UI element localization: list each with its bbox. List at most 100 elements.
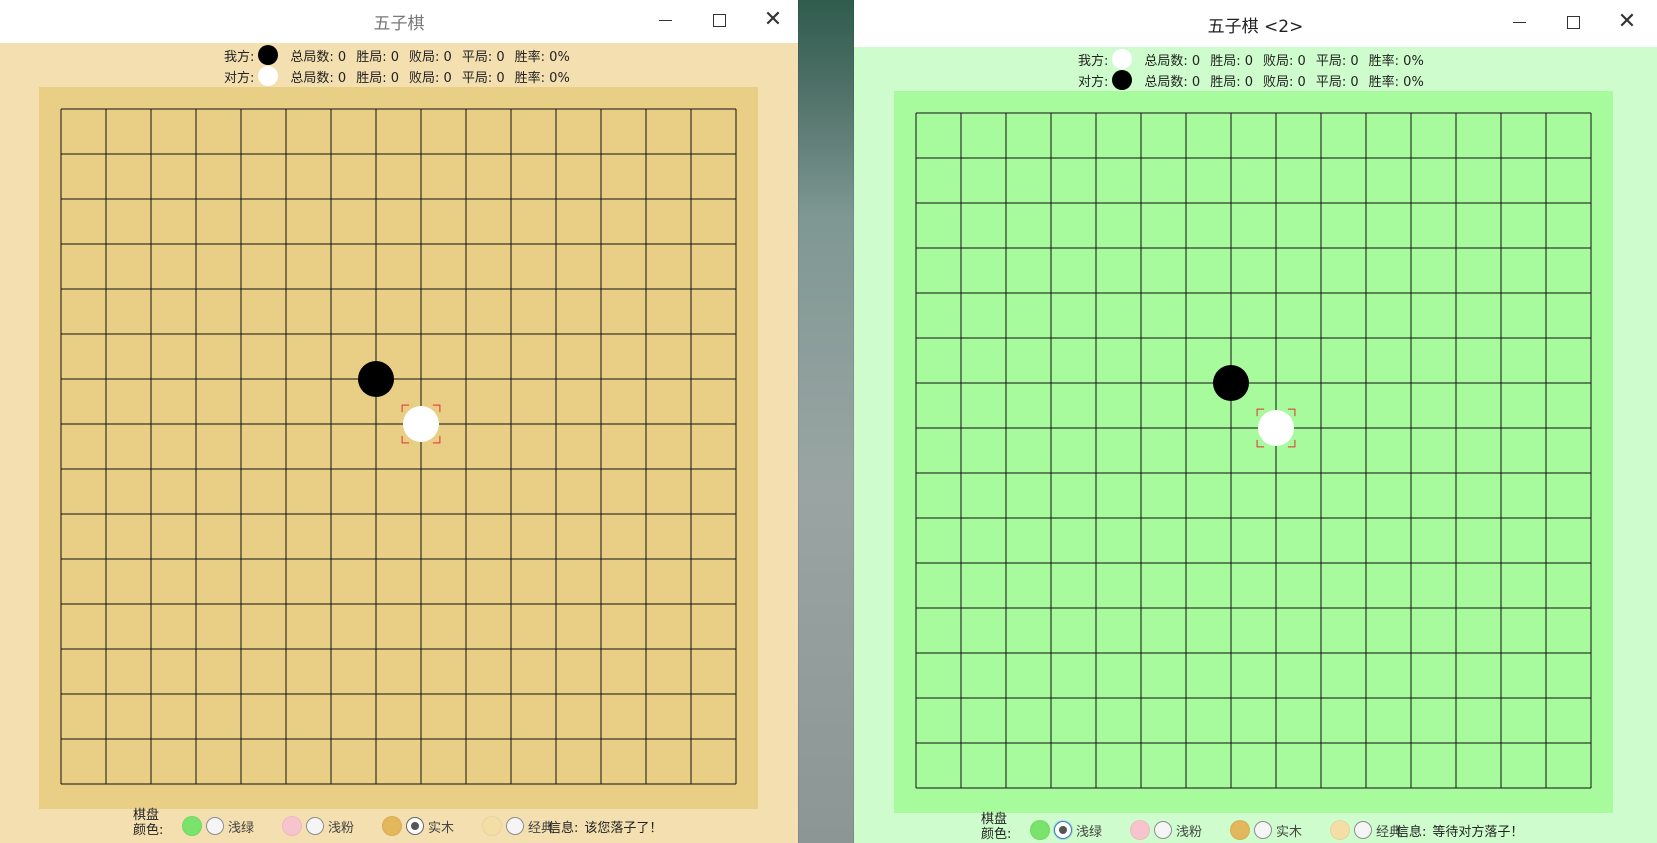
titlebar: 五子棋 ✕ <box>0 0 798 43</box>
board-background <box>894 91 1613 813</box>
my-status-row: 我方: 总局数: 0 胜局: 0 败局: 0 平局: 0 胜率: 0% <box>0 44 798 66</box>
board-background <box>39 87 758 809</box>
window-content: 我方: 总局数: 0 胜局: 0 败局: 0 平局: 0 胜率: 0% 对方: … <box>0 43 798 843</box>
white-stone <box>1258 410 1294 446</box>
minimize-button[interactable] <box>640 0 690 40</box>
board-color-label: 浅粉 <box>328 820 355 836</box>
maximize-icon <box>712 13 726 27</box>
board-color-option[interactable]: 实木 <box>382 816 454 836</box>
white-stone <box>403 406 439 442</box>
color-swatch-icon <box>1330 820 1351 840</box>
board-color-label: 浅粉 <box>1176 824 1203 840</box>
win-rate-label: 胜率: 0% <box>514 70 570 86</box>
win-rate-label: 胜率: 0% <box>1368 74 1424 90</box>
footer: 棋盘 颜色: 浅绿 浅粉 实木 经典 信息: 等待对方落子！ <box>854 811 1657 843</box>
board-color-radio[interactable] <box>206 817 224 835</box>
draws-label: 平局: 0 <box>1315 74 1359 90</box>
opp-stone-icon <box>258 66 279 86</box>
close-icon: ✕ <box>763 7 783 32</box>
wins-label: 胜局: 0 <box>1210 74 1254 90</box>
board-color-option[interactable]: 浅粉 <box>282 816 354 836</box>
minimize-icon <box>1512 21 1526 23</box>
total-games-label: 总局数: 0 <box>290 49 347 65</box>
board-color-radio[interactable] <box>506 817 525 835</box>
maximize-button[interactable] <box>1548 2 1598 42</box>
opponent-status-row: 对方: 总局数: 0 胜局: 0 败局: 0 平局: 0 胜率: 0% <box>854 69 1657 91</box>
color-option-group: 浅绿 浅粉 实木 经典 <box>182 816 554 836</box>
gomoku-window-2: 五子棋 <2> ✕ 我方: 总局数: 0 胜局: 0 败局: 0 平局: 0 胜… <box>854 0 1657 843</box>
board-color-option[interactable]: 浅粉 <box>1130 820 1202 840</box>
total-games-label: 总局数: 0 <box>1144 53 1201 69</box>
board-color-option[interactable]: 浅绿 <box>182 816 254 836</box>
board-color-label: 实木 <box>428 820 455 836</box>
info-area: 信息: 该您落子了！ <box>548 817 662 836</box>
color-swatch-icon <box>482 816 503 836</box>
board-color-option[interactable]: 经典 <box>482 816 554 836</box>
close-icon: ✕ <box>1617 9 1637 34</box>
info-label: 信息: <box>548 821 579 836</box>
board-color-option[interactable]: 实木 <box>1230 820 1302 840</box>
total-games-label: 总局数: 0 <box>290 70 347 86</box>
board-color-radio[interactable] <box>1054 821 1072 839</box>
info-text: 等待对方落子！ <box>1432 825 1524 840</box>
wins-label: 胜局: 0 <box>356 49 400 65</box>
board-color-label: 实木 <box>1276 824 1303 840</box>
draws-label: 平局: 0 <box>1315 53 1359 69</box>
draws-label: 平局: 0 <box>461 49 505 65</box>
maximize-button[interactable] <box>694 0 744 40</box>
gomoku-window: 五子棋 ✕ 我方: 总局数: 0 胜局: 0 败局: 0 平局: 0 胜率: 0… <box>0 0 798 843</box>
losses-label: 败局: 0 <box>409 49 452 65</box>
total-games-label: 总局数: 0 <box>1144 74 1201 90</box>
board-color-label: 浅绿 <box>228 820 255 836</box>
opp-stone-icon <box>1112 70 1133 90</box>
board-color-radio[interactable] <box>406 817 425 835</box>
board-color-option[interactable]: 浅绿 <box>1030 820 1102 840</box>
board-color-label: 棋盘 颜色: <box>981 812 1012 842</box>
color-swatch-icon <box>182 816 202 836</box>
me-stone-icon <box>1112 49 1133 69</box>
info-area: 信息: 等待对方落子！ <box>1396 821 1523 840</box>
color-swatch-icon <box>1130 820 1151 840</box>
opp-label: 对方: <box>1078 74 1109 90</box>
board-color-option[interactable]: 经典 <box>1330 820 1402 840</box>
board-color-radio[interactable] <box>1254 821 1273 839</box>
board-svg[interactable] <box>39 87 758 809</box>
radio-dot-icon <box>1059 826 1067 834</box>
board-color-label: 棋盘 颜色: <box>133 808 164 838</box>
opp-label: 对方: <box>224 70 255 86</box>
board-color-radio[interactable] <box>1354 821 1373 839</box>
footer: 棋盘 颜色: 浅绿 浅粉 实木 经典 信息: 该您落子了！ <box>0 807 798 843</box>
color-option-group: 浅绿 浅粉 实木 经典 <box>1030 820 1402 840</box>
info-label: 信息: <box>1396 825 1427 840</box>
board-frame[interactable] <box>39 87 758 809</box>
black-stone <box>1213 365 1249 401</box>
board-svg[interactable] <box>894 91 1613 813</box>
opponent-status-row: 对方: 总局数: 0 胜局: 0 败局: 0 平局: 0 胜率: 0% <box>0 65 798 87</box>
window-content: 我方: 总局数: 0 胜局: 0 败局: 0 平局: 0 胜率: 0% 对方: … <box>854 47 1657 843</box>
color-swatch-icon <box>1230 820 1251 840</box>
draws-label: 平局: 0 <box>461 70 505 86</box>
close-button[interactable]: ✕ <box>1602 2 1652 42</box>
titlebar: 五子棋 <2> ✕ <box>854 0 1657 47</box>
my-status-row: 我方: 总局数: 0 胜局: 0 败局: 0 平局: 0 胜率: 0% <box>854 48 1657 70</box>
color-swatch-icon <box>282 816 303 836</box>
radio-dot-icon <box>411 822 420 830</box>
maximize-icon <box>1566 15 1580 29</box>
losses-label: 败局: 0 <box>1263 74 1306 90</box>
color-swatch-icon <box>382 816 403 836</box>
minimize-icon <box>658 19 672 21</box>
close-button[interactable]: ✕ <box>748 0 798 40</box>
wins-label: 胜局: 0 <box>356 70 400 86</box>
board-frame[interactable] <box>894 91 1613 813</box>
me-label: 我方: <box>1078 53 1109 69</box>
desktop-background-strip <box>798 0 854 843</box>
minimize-button[interactable] <box>1494 2 1544 42</box>
board-color-radio[interactable] <box>1154 821 1173 839</box>
board-color-radio[interactable] <box>306 817 325 835</box>
win-rate-label: 胜率: 0% <box>514 49 570 65</box>
board-color-label: 浅绿 <box>1076 824 1103 840</box>
me-label: 我方: <box>224 49 255 65</box>
wins-label: 胜局: 0 <box>1210 53 1254 69</box>
losses-label: 败局: 0 <box>1263 53 1306 69</box>
info-text: 该您落子了！ <box>584 821 663 836</box>
